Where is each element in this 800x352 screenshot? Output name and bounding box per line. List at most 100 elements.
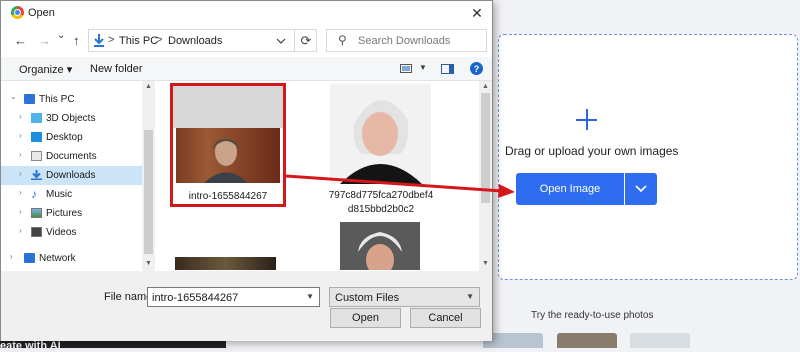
- sample-photo-thumb[interactable]: [630, 333, 690, 348]
- sidebar-item-music[interactable]: › ♪ Music: [1, 185, 142, 204]
- breadcrumb-downloads[interactable]: Downloads: [168, 35, 222, 47]
- sample-photo-thumb[interactable]: [557, 333, 617, 348]
- refresh-icon[interactable]: ⟳: [294, 29, 317, 52]
- person-photo-icon: [340, 99, 422, 184]
- chevron-right-icon[interactable]: ›: [19, 188, 22, 197]
- search-icon: ⚲: [338, 33, 347, 47]
- view-options-icon[interactable]: [400, 64, 412, 73]
- new-folder-button[interactable]: New folder: [90, 63, 143, 75]
- address-bar[interactable]: > This PC > Downloads: [88, 29, 317, 52]
- navigation-pane: ⌄ This PC › 3D Objects › Desktop › Docum…: [1, 81, 155, 271]
- sidebar-item-label: Downloads: [46, 170, 96, 181]
- file-name-line1: 797c8d775fca270dbef4: [328, 190, 434, 201]
- chevron-down-icon[interactable]: ⌄: [10, 92, 17, 101]
- scroll-down-icon[interactable]: ▼: [145, 260, 152, 267]
- scroll-up-icon[interactable]: ▲: [482, 83, 489, 90]
- dialog-footer: File name: intro-1655844267 ▼ Custom Fil…: [1, 271, 492, 341]
- scrollbar-thumb[interactable]: [481, 93, 490, 203]
- breadcrumb-separator: >: [156, 34, 163, 46]
- file-name-label: intro-1655844267: [188, 191, 268, 202]
- chevron-right-icon[interactable]: ›: [19, 131, 22, 140]
- organize-button[interactable]: Organize ▾: [19, 63, 72, 76]
- person-photo-icon: [358, 232, 402, 276]
- dialog-titlebar: Open ✕: [1, 1, 492, 25]
- file-thumbnail-image: [176, 128, 280, 183]
- chrome-icon: [11, 6, 24, 19]
- scroll-down-icon[interactable]: ▼: [482, 260, 489, 267]
- file-type-value: Custom Files: [335, 292, 400, 304]
- chevron-right-icon[interactable]: ›: [19, 169, 22, 178]
- search-placeholder: Search Downloads: [358, 35, 451, 47]
- scrollbar-thumb[interactable]: [144, 130, 153, 254]
- chevron-right-icon[interactable]: ›: [19, 226, 22, 235]
- chevron-down-icon[interactable]: ▼: [306, 292, 314, 301]
- file-thumbnail-image[interactable]: [330, 84, 431, 184]
- create-with-ai-text[interactable]: eate with AI: [0, 340, 61, 352]
- chevron-right-icon[interactable]: ›: [19, 112, 22, 121]
- chevron-down-icon: [635, 185, 647, 193]
- forward-arrow-icon[interactable]: →: [38, 33, 51, 48]
- file-thumbnail-image[interactable]: [340, 222, 420, 276]
- drag-upload-text: Drag or upload your own images: [505, 144, 679, 158]
- sidebar-item-documents[interactable]: › Documents: [1, 147, 142, 166]
- documents-icon: [31, 151, 42, 161]
- pictures-icon: [31, 208, 42, 218]
- sidebar-item-this-pc[interactable]: ⌄ This PC: [1, 90, 142, 109]
- back-arrow-icon[interactable]: ←: [14, 33, 27, 48]
- chevron-right-icon[interactable]: ›: [19, 207, 22, 216]
- ready-photos-text: Try the ready-to-use photos: [531, 310, 654, 321]
- search-input[interactable]: ⚲ Search Downloads: [326, 29, 487, 52]
- sidebar-item-label: Videos: [46, 227, 77, 238]
- close-icon[interactable]: ✕: [463, 3, 491, 23]
- scroll-up-icon[interactable]: ▲: [145, 83, 152, 90]
- chevron-down-icon: ▼: [466, 292, 474, 301]
- sidebar-item-videos[interactable]: › Videos: [1, 223, 142, 242]
- open-image-dropdown-button[interactable]: [625, 173, 657, 205]
- videos-icon: [31, 227, 42, 237]
- download-icon: [94, 34, 104, 47]
- sidebar-item-label: 3D Objects: [46, 113, 96, 124]
- sidebar-item-3d-objects[interactable]: › 3D Objects: [1, 109, 142, 128]
- navigation-scrollbar[interactable]: ▲ ▼: [142, 81, 155, 271]
- help-icon[interactable]: ?: [470, 62, 483, 75]
- breadcrumb-this-pc[interactable]: This PC: [119, 35, 158, 47]
- dialog-title: Open: [28, 7, 55, 19]
- chevron-down-icon[interactable]: [276, 34, 286, 48]
- sidebar-item-desktop[interactable]: › Desktop: [1, 128, 142, 147]
- cube-icon: [31, 113, 42, 123]
- sidebar-item-pictures[interactable]: › Pictures: [1, 204, 142, 223]
- breadcrumb-separator: >: [108, 34, 115, 46]
- sidebar-item-downloads[interactable]: › Downloads: [1, 166, 142, 185]
- download-icon: [31, 170, 42, 180]
- chevron-right-icon[interactable]: ›: [10, 252, 13, 261]
- preview-pane-icon[interactable]: [441, 64, 454, 74]
- chevron-right-icon[interactable]: ›: [19, 150, 22, 159]
- music-icon: ♪: [31, 187, 37, 201]
- selected-file-highlight[interactable]: intro-1655844267: [170, 83, 286, 207]
- chevron-down-icon[interactable]: ▼: [419, 63, 427, 72]
- network-icon: [24, 253, 35, 263]
- file-thumbnail-image[interactable]: [175, 257, 276, 270]
- plus-icon: [576, 109, 597, 130]
- pc-icon: [24, 94, 35, 104]
- file-list-scrollbar[interactable]: ▲ ▼: [479, 81, 492, 271]
- up-arrow-icon[interactable]: ↑: [73, 33, 80, 48]
- sidebar-item-network[interactable]: › Network: [1, 249, 142, 268]
- file-name-value: intro-1655844267: [152, 292, 239, 304]
- cancel-button[interactable]: Cancel: [410, 308, 481, 328]
- open-button[interactable]: Open: [330, 308, 401, 328]
- person-photo-icon: [204, 138, 248, 183]
- sidebar-item-label: Pictures: [46, 208, 83, 219]
- sidebar-item-label: Network: [39, 253, 76, 264]
- file-name-input[interactable]: intro-1655844267 ▼: [147, 287, 320, 307]
- sidebar-item-label: Documents: [46, 151, 97, 162]
- file-type-select[interactable]: Custom Files ▼: [329, 287, 480, 307]
- recent-locations-icon[interactable]: ⌄: [57, 30, 65, 41]
- file-name-line2: d815bbd2b0c2: [347, 204, 415, 215]
- open-image-button[interactable]: Open Image: [516, 173, 624, 205]
- thumbnail-top-area: [173, 86, 283, 128]
- sidebar-item-label: Music: [46, 189, 73, 200]
- sidebar-item-label: Desktop: [46, 132, 83, 143]
- sidebar-item-label: This PC: [39, 94, 75, 105]
- dialog-toolbar: Organize ▾ New folder ▼ ?: [1, 57, 492, 81]
